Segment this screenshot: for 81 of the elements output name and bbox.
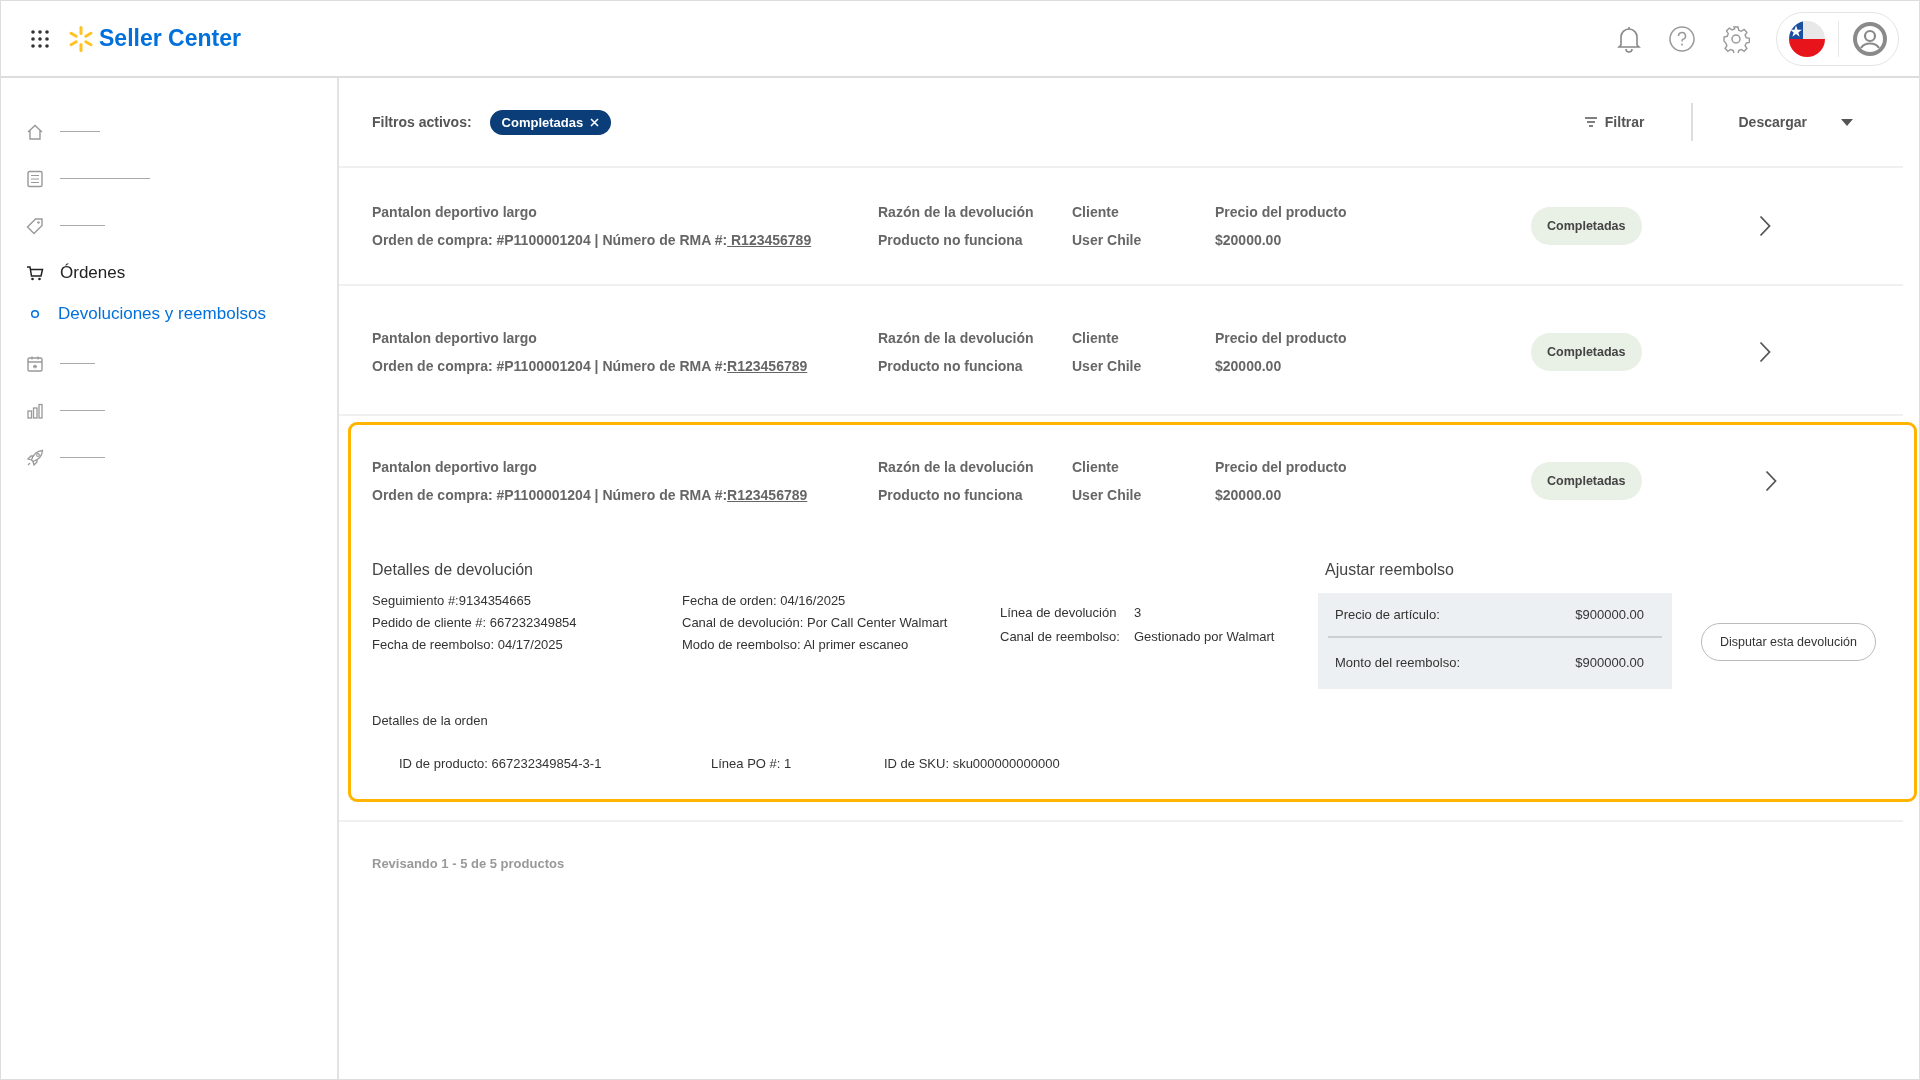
detail-field: Pedido de cliente #: 667232349854 xyxy=(372,615,682,630)
detail-field: Seguimiento #:9134354665 xyxy=(372,593,682,608)
settings-icon[interactable] xyxy=(1722,24,1750,53)
chevron-right-icon[interactable] xyxy=(1759,215,1771,237)
price-value: $20000.00 xyxy=(1215,358,1283,374)
cart-icon xyxy=(26,263,44,282)
price-label: Precio del producto xyxy=(1215,204,1348,220)
bar-chart-icon xyxy=(26,401,44,420)
avatar-icon[interactable] xyxy=(1852,20,1888,57)
refund-label: Precio de artículo: xyxy=(1335,607,1440,622)
sidebar-subitem[interactable]: Devoluciones y reembolsos xyxy=(1,296,337,332)
logo-text: Seller Center xyxy=(99,25,241,52)
logo[interactable]: Seller Center xyxy=(67,24,241,53)
rma-link[interactable]: R123456789 xyxy=(727,487,808,503)
chevron-right-icon[interactable] xyxy=(1764,470,1777,492)
app-grid-icon[interactable] xyxy=(31,29,49,48)
customer-value: User Chile xyxy=(1072,487,1143,503)
price-value: $20000.00 xyxy=(1215,487,1283,503)
filter-chip[interactable]: Completadas xyxy=(489,109,612,135)
product-name: Pantalon deportivo largo xyxy=(372,459,538,475)
filter-icon xyxy=(1584,117,1597,127)
spark-icon xyxy=(67,24,95,53)
refund-label: Monto del reembolso: xyxy=(1335,655,1460,670)
sidebar-item[interactable]: Órdenes xyxy=(1,249,337,296)
close-icon[interactable] xyxy=(590,117,600,127)
customer-value: User Chile xyxy=(1072,358,1143,374)
product-name: Pantalon deportivo largo xyxy=(372,204,538,220)
pagination-summary: Revisando 1 - 5 de 5 productos xyxy=(339,820,1903,871)
customer-value: User Chile xyxy=(1072,232,1143,248)
reason-value: Producto no funciona xyxy=(878,487,1024,503)
rma-link[interactable]: R123456789 xyxy=(727,358,808,374)
home-icon xyxy=(26,122,44,141)
order-detail-field: Línea PO #: 1 xyxy=(711,756,884,771)
section-title: Ajustar reembolso xyxy=(1324,561,1455,579)
customer-label: Cliente xyxy=(1072,204,1120,220)
price-label: Precio del producto xyxy=(1215,330,1348,346)
status-badge: Completadas xyxy=(1531,207,1642,245)
detail-value: 3 xyxy=(1133,605,1143,620)
notification-icon[interactable] xyxy=(1616,24,1642,53)
tag-icon xyxy=(26,216,44,235)
detail-field: Modo de reembolso: Al primer escaneo xyxy=(682,637,1000,652)
flag-icon[interactable] xyxy=(1789,20,1825,57)
reason-label: Razón de la devolución xyxy=(878,330,1035,346)
detail-label: Línea de devolución xyxy=(1000,605,1118,620)
section-title: Detalles de devolución xyxy=(372,561,534,579)
customer-label: Cliente xyxy=(1072,330,1120,346)
order-info: Orden de compra: #P1100001204 | Número de RMA #:R123456789 xyxy=(372,487,809,503)
reason-value: Producto no funciona xyxy=(878,232,1024,248)
refund-amount: $900000.00 xyxy=(1575,607,1644,622)
customer-label: Cliente xyxy=(1072,459,1120,475)
detail-field: Fecha de reembolso: 04/17/2025 xyxy=(372,637,682,652)
detail-label: Canal de reembolso: xyxy=(1000,629,1120,644)
status-badge: Completadas xyxy=(1531,462,1642,500)
price-label: Precio del producto xyxy=(1215,459,1348,475)
status-badge: Completadas xyxy=(1531,333,1642,371)
filter-button[interactable]: Filtrar xyxy=(1578,110,1651,134)
reason-label: Razón de la devolución xyxy=(878,204,1035,220)
section-title: Detalles de la orden xyxy=(372,713,489,728)
reason-value: Producto no funciona xyxy=(878,358,1024,374)
circle-icon xyxy=(30,309,40,319)
order-info: Orden de compra: #P1100001204 | Número de RMA #:R123456789 xyxy=(372,358,809,374)
rocket-icon xyxy=(26,448,44,467)
order-detail-field: ID de SKU: sku000000000000 xyxy=(884,756,1060,771)
dispute-button[interactable]: Disputar esta devolución xyxy=(1701,623,1876,661)
order-info: Orden de compra: #P1100001204 | Número de RMA #: R123456789 xyxy=(372,232,813,248)
order-detail-field: ID de producto: 667232349854-3-1 xyxy=(399,756,711,771)
help-icon[interactable] xyxy=(1668,24,1696,53)
price-value: $20000.00 xyxy=(1215,232,1283,248)
detail-field: Fecha de orden: 04/16/2025 xyxy=(682,593,1000,608)
chevron-right-icon[interactable] xyxy=(1759,341,1771,363)
detail-value: Gestionado por Walmart xyxy=(1133,629,1275,644)
download-dropdown[interactable]: Descargar xyxy=(1732,110,1859,134)
rma-link[interactable]: R123456789 xyxy=(727,232,812,248)
filter-label: Filtros activos: xyxy=(372,114,472,130)
refund-amount: $900000.00 xyxy=(1575,655,1644,670)
caret-icon xyxy=(1841,118,1853,126)
calendar-icon xyxy=(26,354,44,373)
list-icon xyxy=(26,169,44,188)
reason-label: Razón de la devolución xyxy=(878,459,1035,475)
product-name: Pantalon deportivo largo xyxy=(372,330,538,346)
detail-field: Canal de devolución: Por Call Center Walmart xyxy=(682,615,1000,630)
